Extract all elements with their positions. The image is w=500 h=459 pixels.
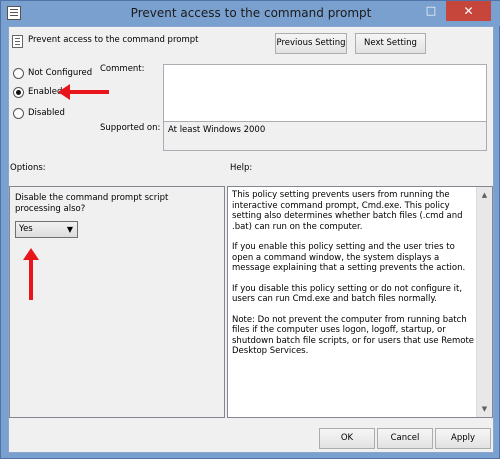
help-scrollbar[interactable]: ▲ ▼ (476, 187, 492, 417)
help-text: This policy setting prevents users from … (232, 190, 477, 367)
radio-disabled[interactable]: Disabled (13, 106, 65, 120)
maximize-button[interactable]: □ (418, 1, 444, 21)
scroll-down-icon[interactable]: ▼ (477, 401, 492, 417)
radio-not-configured[interactable]: Not Configured (13, 66, 92, 80)
annotation-arrow-left (58, 84, 109, 100)
title-bar[interactable]: Prevent access to the command prompt □ ✕ (1, 1, 500, 26)
dialog-body: Prevent access to the command prompt Pre… (8, 26, 494, 453)
close-button[interactable]: ✕ (446, 1, 491, 21)
help-paragraph: If you disable this policy setting or do… (232, 283, 463, 305)
radio-circle[interactable] (13, 86, 24, 98)
radio-circle[interactable] (13, 107, 24, 119)
comment-label: Comment: (100, 64, 145, 74)
radio-circle[interactable] (13, 67, 24, 79)
help-label: Help: (230, 163, 253, 173)
help-panel: This policy setting prevents users from … (227, 186, 493, 418)
chevron-down-icon: ▼ (66, 225, 73, 234)
comment-field[interactable] (163, 64, 487, 126)
help-paragraph: If you enable this policy setting and th… (232, 242, 466, 273)
help-paragraph: This policy setting prevents users from … (232, 190, 463, 232)
script-processing-select[interactable]: Yes ▼ (15, 221, 78, 238)
setting-icon (12, 35, 23, 48)
options-label: Options: (10, 163, 46, 173)
previous-setting-button[interactable]: Previous Setting (275, 33, 347, 54)
options-panel: Disable the command prompt script proces… (9, 186, 225, 418)
next-setting-button[interactable]: Next Setting (355, 33, 426, 54)
scroll-up-icon[interactable]: ▲ (477, 187, 492, 203)
select-value: Yes (19, 224, 33, 234)
ok-button[interactable]: OK (319, 428, 375, 449)
radio-label: Not Configured (28, 68, 93, 78)
radio-label: Disabled (28, 108, 65, 118)
annotation-arrow-up (23, 248, 39, 300)
setting-title: Prevent access to the command prompt (28, 35, 199, 45)
help-paragraph: Note: Do not prevent the computer from r… (232, 314, 475, 357)
radio-enabled[interactable]: Enabled (13, 85, 62, 99)
dialog-window: Prevent access to the command prompt □ ✕… (0, 0, 500, 459)
cancel-button[interactable]: Cancel (377, 428, 433, 449)
option-prompt: Disable the command prompt script proces… (15, 193, 169, 214)
apply-button[interactable]: Apply (435, 428, 491, 449)
supported-on-field: At least Windows 2000 (163, 121, 487, 151)
supported-on-label: Supported on: (100, 123, 161, 133)
